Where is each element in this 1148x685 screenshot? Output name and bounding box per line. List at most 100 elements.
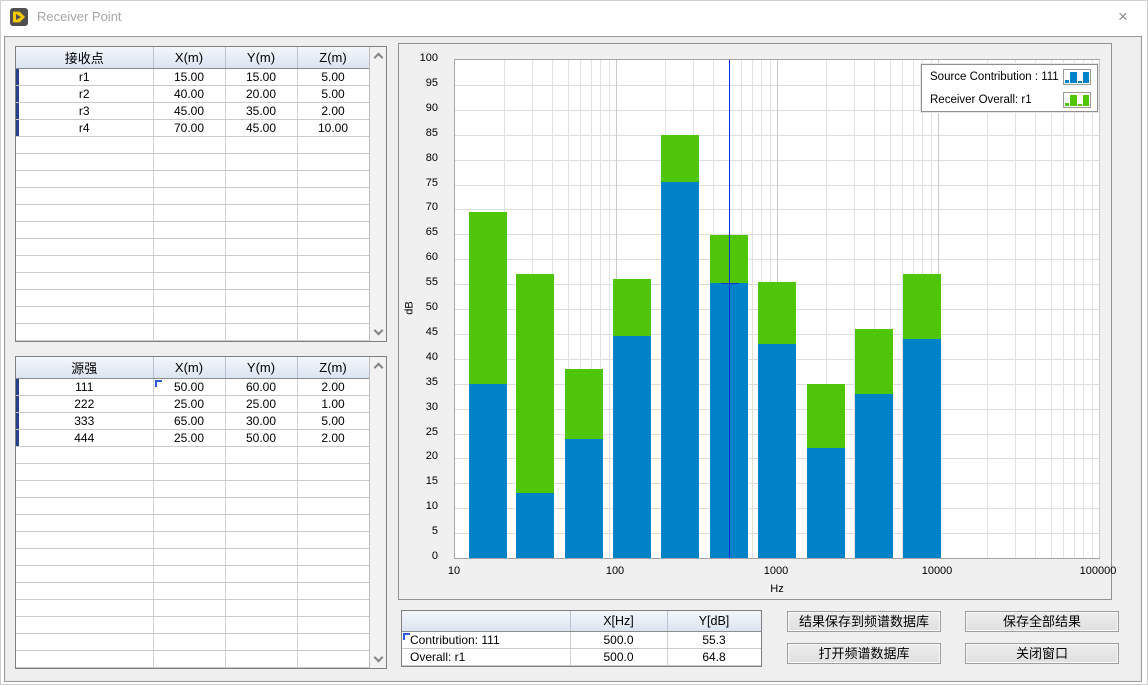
table-cell-empty[interactable] <box>16 463 153 480</box>
table-cell-empty[interactable] <box>225 446 297 463</box>
table-cell[interactable]: r4 <box>16 119 153 136</box>
table-cell[interactable]: 25.00 <box>153 395 225 412</box>
table-cell-empty[interactable] <box>297 463 369 480</box>
table-cell-empty[interactable] <box>16 289 153 306</box>
table-cell-empty[interactable] <box>153 272 225 289</box>
table-cell-empty[interactable] <box>16 221 153 238</box>
table-cell-empty[interactable] <box>16 565 153 582</box>
table-cell[interactable]: 333 <box>16 412 153 429</box>
table-cell-empty[interactable] <box>297 153 369 170</box>
scroll-down-icon[interactable] <box>374 653 384 663</box>
table-cell-empty[interactable] <box>225 616 297 633</box>
table-cell-empty[interactable] <box>297 531 369 548</box>
table-cell-empty[interactable] <box>153 463 225 480</box>
table-cell-empty[interactable] <box>225 633 297 650</box>
table-cell-empty[interactable] <box>16 599 153 616</box>
table-cell[interactable]: 35.00 <box>225 102 297 119</box>
table-cell-empty[interactable] <box>153 187 225 204</box>
table-cell-empty[interactable] <box>225 136 297 153</box>
table-cell-empty[interactable] <box>225 514 297 531</box>
table-cell-empty[interactable] <box>153 650 225 667</box>
table-cell[interactable]: 10.00 <box>297 119 369 136</box>
table-cell-empty[interactable] <box>297 446 369 463</box>
bar-plot-icon[interactable] <box>1063 92 1091 108</box>
table-cell[interactable]: 25.00 <box>225 395 297 412</box>
scroll-up-icon[interactable] <box>374 53 384 63</box>
table-cell[interactable]: 45.00 <box>225 119 297 136</box>
table-cell-empty[interactable] <box>297 238 369 255</box>
table-cell-empty[interactable] <box>225 323 297 340</box>
table-cell-empty[interactable] <box>225 153 297 170</box>
table-cell-selected[interactable]: 50.00 <box>153 378 225 395</box>
table-cell-empty[interactable] <box>297 582 369 599</box>
table-cell[interactable]: 2.00 <box>297 429 369 446</box>
table-cell-empty[interactable] <box>297 650 369 667</box>
table-cell-empty[interactable] <box>16 204 153 221</box>
table-cell-empty[interactable] <box>225 582 297 599</box>
cursor-crosshair[interactable] <box>721 283 738 284</box>
table-cell-empty[interactable] <box>16 616 153 633</box>
table-cell[interactable]: 444 <box>16 429 153 446</box>
table-cell[interactable]: 1.00 <box>297 395 369 412</box>
table-cell-empty[interactable] <box>153 221 225 238</box>
table-cell-empty[interactable] <box>153 306 225 323</box>
scroll-up-icon[interactable] <box>374 363 384 373</box>
table-cell-empty[interactable] <box>225 170 297 187</box>
table-cell-empty[interactable] <box>153 497 225 514</box>
table-cell-empty[interactable] <box>16 497 153 514</box>
table-cell-empty[interactable] <box>297 187 369 204</box>
table-cell[interactable]: 30.00 <box>225 412 297 429</box>
table-cell-empty[interactable] <box>297 497 369 514</box>
table-cell-empty[interactable] <box>16 255 153 272</box>
table-cell-empty[interactable] <box>297 323 369 340</box>
table-cell-empty[interactable] <box>153 136 225 153</box>
table-cell[interactable]: 2.00 <box>297 102 369 119</box>
table-cell-empty[interactable] <box>297 289 369 306</box>
table-cell-empty[interactable] <box>297 548 369 565</box>
table-cell[interactable]: 2.00 <box>297 378 369 395</box>
save-all-results-button[interactable]: 保存全部结果 <box>965 611 1119 632</box>
table-cell-empty[interactable] <box>297 136 369 153</box>
table-cell-empty[interactable] <box>16 136 153 153</box>
table-cell-empty[interactable] <box>297 221 369 238</box>
scroll-down-icon[interactable] <box>374 326 384 336</box>
table-cell-empty[interactable] <box>297 480 369 497</box>
readout-x-value[interactable]: 500.0 <box>570 648 667 665</box>
table-cell-empty[interactable] <box>225 272 297 289</box>
table-cell[interactable]: 50.00 <box>225 429 297 446</box>
table-cell-empty[interactable] <box>297 565 369 582</box>
table-cell-empty[interactable] <box>225 255 297 272</box>
save-results-to-spectrum-db-button[interactable]: 结果保存到频谱数据库 <box>787 611 941 632</box>
table-cell-empty[interactable] <box>16 446 153 463</box>
table-cell-empty[interactable] <box>16 170 153 187</box>
table-cell-empty[interactable] <box>16 480 153 497</box>
table-cell-empty[interactable] <box>297 514 369 531</box>
table-cell-empty[interactable] <box>153 616 225 633</box>
table-cell-empty[interactable] <box>153 582 225 599</box>
readout-x-value[interactable]: 500.0 <box>570 631 667 648</box>
table-cell-empty[interactable] <box>225 463 297 480</box>
table-cell[interactable]: r2 <box>16 85 153 102</box>
table-cell-empty[interactable] <box>16 633 153 650</box>
table-cell[interactable]: r3 <box>16 102 153 119</box>
table-cell-empty[interactable] <box>153 238 225 255</box>
table-cell-empty[interactable] <box>225 480 297 497</box>
table-cell[interactable]: 60.00 <box>225 378 297 395</box>
table-cell[interactable]: 25.00 <box>153 429 225 446</box>
table-cell-empty[interactable] <box>16 548 153 565</box>
table-cell-empty[interactable] <box>225 531 297 548</box>
table-cell[interactable]: 15.00 <box>153 68 225 85</box>
cursor-line[interactable] <box>729 60 730 558</box>
table-cell[interactable]: 5.00 <box>297 68 369 85</box>
table-cell-empty[interactable] <box>153 514 225 531</box>
table-cell-empty[interactable] <box>225 187 297 204</box>
table-cell-empty[interactable] <box>297 170 369 187</box>
table-cell-empty[interactable] <box>297 306 369 323</box>
table-cell[interactable]: 5.00 <box>297 412 369 429</box>
spectrum-plot-area[interactable] <box>454 59 1100 559</box>
open-spectrum-db-button[interactable]: 打开频谱数据库 <box>787 643 941 664</box>
readout-label[interactable]: Overall: r1 <box>402 648 570 665</box>
table-cell-empty[interactable] <box>153 204 225 221</box>
table-cell[interactable]: 45.00 <box>153 102 225 119</box>
table-cell-empty[interactable] <box>225 306 297 323</box>
